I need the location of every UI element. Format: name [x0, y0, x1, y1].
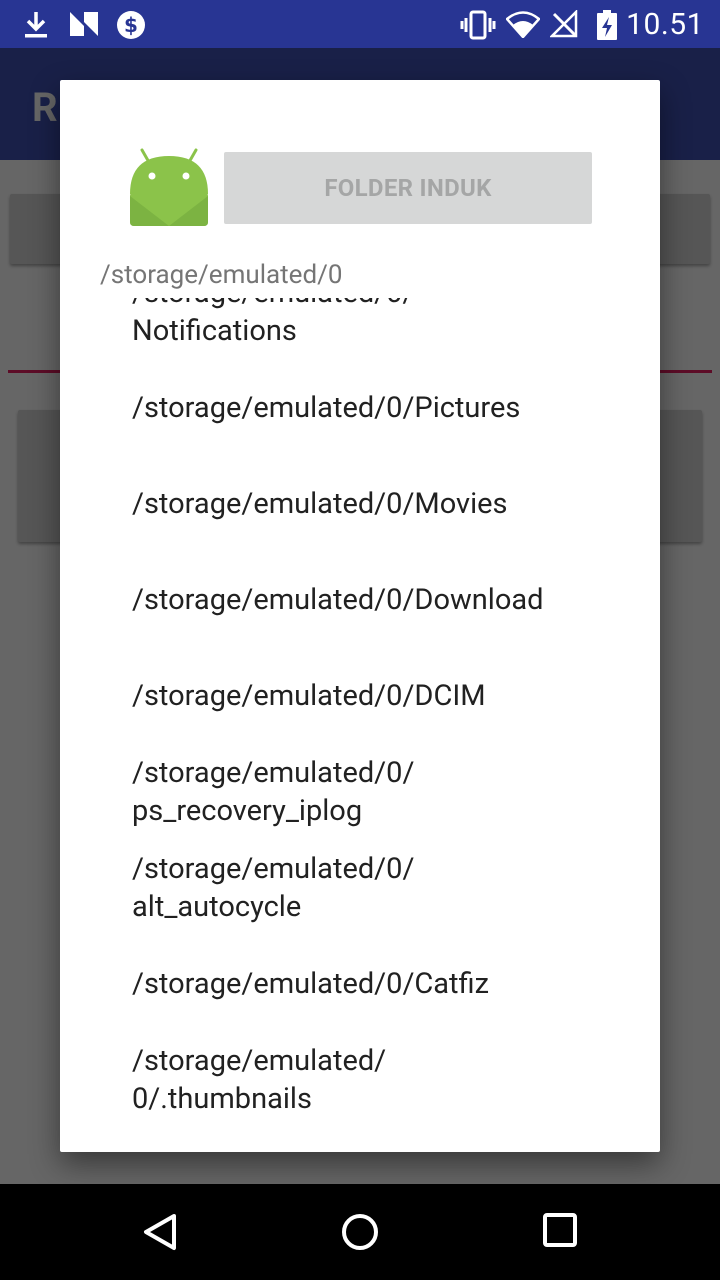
folder-item[interactable]: /storage/emulated/0/Movies — [60, 456, 660, 552]
folder-path-line1: /storage/emulated/0/ — [132, 298, 414, 312]
folder-item[interactable]: /storage/emulated/0/Catfiz — [60, 936, 660, 1032]
folder-item[interactable]: /storage/emulated/0/ps_recovery_iplog — [60, 744, 660, 840]
vibrate-icon — [460, 10, 496, 40]
status-clock: 10.51 — [626, 7, 704, 42]
dollar-icon: $ — [116, 10, 146, 40]
folder-item[interactable]: /storage/emulated/0/Notifications — [60, 298, 660, 360]
folder-path-line2: ps_recovery_iplog — [132, 794, 363, 828]
navigation-bar — [0, 1184, 720, 1280]
back-icon[interactable] — [140, 1212, 180, 1256]
folder-path-line1: /storage/emulated/ — [132, 1044, 387, 1078]
folder-item[interactable]: /storage/emulated/0/Pictures — [60, 360, 660, 456]
folder-path-line2: 0/.thumbnails — [132, 1082, 312, 1110]
folder-path-line2: alt_autocycle — [132, 890, 302, 924]
n-icon — [68, 10, 100, 38]
home-icon[interactable] — [340, 1212, 380, 1256]
android-app-icon — [128, 146, 210, 234]
folder-list[interactable]: /storage/emulated/0/Notifications /stora… — [60, 298, 660, 1110]
folder-path-line1: /storage/emulated/0/ — [132, 852, 415, 886]
folder-path-line1: /storage/emulated/0/Catfiz — [132, 967, 490, 1001]
folder-item[interactable]: /storage/emulated/0/DCIM — [60, 648, 660, 744]
folder-item[interactable]: /storage/emulated/0/alt_autocycle — [60, 840, 660, 936]
no-signal-icon — [550, 10, 578, 38]
folder-path-line1: /storage/emulated/0/Movies — [132, 487, 508, 521]
download-icon — [22, 10, 50, 40]
status-bar: $ 10.51 — [0, 0, 720, 48]
current-path-label: /storage/emulated/0 — [100, 260, 343, 290]
wifi-icon — [506, 10, 540, 38]
folder-path-line1: /storage/emulated/0/ — [132, 756, 415, 790]
folder-path-line2: Notifications — [132, 314, 297, 348]
folder-item[interactable]: /storage/emulated/0/.thumbnails — [60, 1032, 660, 1110]
parent-folder-button[interactable]: FOLDER INDUK — [224, 152, 592, 224]
battery-charging-icon — [596, 10, 618, 40]
folder-path-line1: /storage/emulated/0/Pictures — [132, 391, 521, 425]
folder-path-line1: /storage/emulated/0/DCIM — [132, 679, 486, 713]
folder-path-line1: /storage/emulated/0/Download — [132, 583, 544, 617]
recents-icon[interactable] — [542, 1212, 578, 1252]
svg-text:$: $ — [124, 13, 138, 37]
folder-picker-dialog: FOLDER INDUK /storage/emulated/0 /storag… — [60, 80, 660, 1152]
folder-item[interactable]: /storage/emulated/0/Download — [60, 552, 660, 648]
